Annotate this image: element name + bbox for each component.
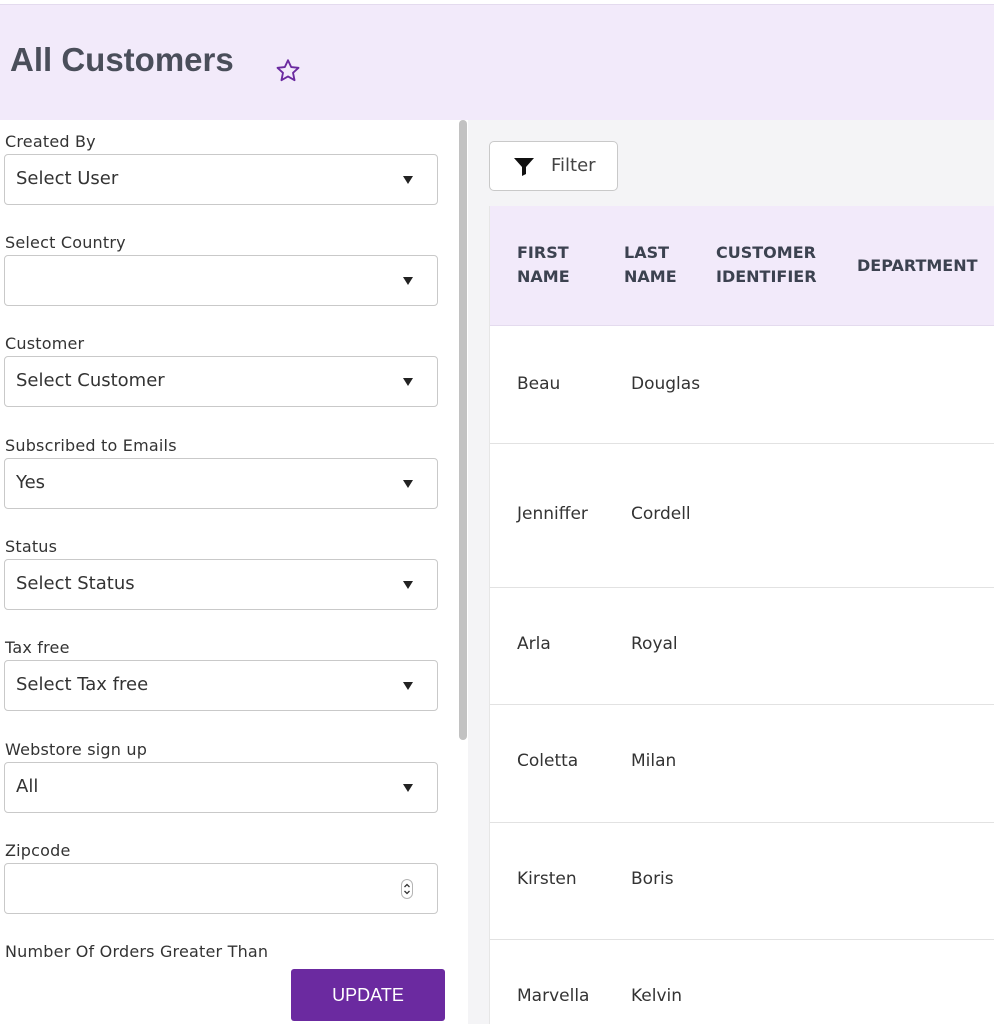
chevron-down-icon bbox=[403, 176, 413, 184]
chevron-down-icon bbox=[403, 277, 413, 285]
star-outline-icon[interactable] bbox=[274, 57, 302, 85]
page-header: All Customers bbox=[0, 4, 994, 120]
table-row[interactable]: Arla Royal bbox=[490, 588, 994, 705]
created-by-select[interactable]: Select User bbox=[4, 154, 438, 205]
table-row[interactable]: Marvella Kelvin bbox=[490, 940, 994, 1024]
last-name-cell: Cordell bbox=[631, 504, 691, 524]
zipcode-label: Zipcode bbox=[5, 841, 71, 860]
chevron-down-icon bbox=[403, 784, 413, 792]
customer-label: Customer bbox=[5, 334, 85, 353]
created-by-label: Created By bbox=[5, 132, 96, 151]
tax-free-value: Select Tax free bbox=[16, 674, 149, 695]
filter-panel: Created By Select User Select Country Cu… bbox=[0, 120, 458, 1024]
webstore-select[interactable]: All bbox=[4, 762, 438, 813]
column-header-text: IDENTIFIER bbox=[716, 267, 817, 286]
column-header-customer-identifier[interactable]: CUSTOMER IDENTIFIER bbox=[716, 241, 817, 289]
column-header-department[interactable]: DEPARTMENT bbox=[857, 254, 978, 278]
first-name-cell: Arla bbox=[517, 634, 551, 654]
status-value: Select Status bbox=[16, 573, 135, 594]
status-label: Status bbox=[5, 537, 58, 556]
table-row[interactable]: Jenniffer Cordell bbox=[490, 444, 994, 588]
last-name-cell: Douglas bbox=[631, 374, 701, 394]
filter-button[interactable]: Filter bbox=[489, 141, 618, 191]
zipcode-input[interactable] bbox=[4, 863, 438, 914]
last-name-cell: Kelvin bbox=[631, 986, 683, 1006]
column-header-text: CUSTOMER bbox=[716, 243, 816, 262]
table-row[interactable]: Kirsten Boris bbox=[490, 823, 994, 940]
first-name-cell: Coletta bbox=[517, 751, 579, 771]
scrollbar-thumb[interactable] bbox=[459, 120, 467, 740]
country-label: Select Country bbox=[5, 233, 126, 252]
first-name-cell: Kirsten bbox=[517, 869, 577, 889]
page-title: All Customers bbox=[10, 41, 234, 78]
stepper-arrows-icon[interactable] bbox=[401, 879, 413, 899]
last-name-cell: Milan bbox=[631, 751, 677, 771]
customers-table: FIRST NAME LAST NAME CUSTOMER IDENTIFIER… bbox=[489, 206, 994, 1024]
chevron-down-icon bbox=[403, 378, 413, 386]
chevron-down-icon bbox=[403, 480, 413, 488]
subscribed-select[interactable]: Yes bbox=[4, 458, 438, 509]
subscribed-label: Subscribed to Emails bbox=[5, 436, 177, 455]
page: All Customers Created By Select User Sel… bbox=[0, 0, 994, 1024]
column-header-first-name[interactable]: FIRST NAME bbox=[517, 241, 570, 289]
customer-value: Select Customer bbox=[16, 370, 165, 391]
tax-free-select[interactable]: Select Tax free bbox=[4, 660, 438, 711]
column-header-text: NAME bbox=[624, 267, 677, 286]
column-header-last-name[interactable]: LAST NAME bbox=[624, 241, 677, 289]
chevron-down-icon bbox=[403, 581, 413, 589]
created-by-value: Select User bbox=[16, 168, 119, 189]
first-name-cell: Jenniffer bbox=[517, 504, 588, 524]
table-row[interactable]: Coletta Milan bbox=[490, 705, 994, 823]
last-name-cell: Royal bbox=[631, 634, 678, 654]
funnel-icon bbox=[514, 158, 534, 176]
customers-main: Filter FIRST NAME LAST NAME CUSTOMER IDE… bbox=[468, 120, 994, 1024]
first-name-cell: Marvella bbox=[517, 986, 590, 1006]
update-button[interactable]: UPDATE bbox=[291, 969, 445, 1021]
table-row[interactable]: Beau Douglas bbox=[490, 326, 994, 444]
column-header-text: FIRST bbox=[517, 243, 569, 262]
status-select[interactable]: Select Status bbox=[4, 559, 438, 610]
filter-panel-scrollbar[interactable] bbox=[458, 120, 468, 740]
country-select[interactable] bbox=[4, 255, 438, 306]
filter-button-label: Filter bbox=[551, 155, 596, 176]
webstore-label: Webstore sign up bbox=[5, 740, 148, 759]
customer-select[interactable]: Select Customer bbox=[4, 356, 438, 407]
table-header: FIRST NAME LAST NAME CUSTOMER IDENTIFIER… bbox=[490, 206, 994, 326]
last-name-cell: Boris bbox=[631, 869, 674, 889]
subscribed-value: Yes bbox=[16, 472, 46, 493]
chevron-down-icon bbox=[403, 682, 413, 690]
tax-free-label: Tax free bbox=[5, 638, 70, 657]
column-header-text: LAST bbox=[624, 243, 670, 262]
webstore-value: All bbox=[16, 776, 39, 797]
first-name-cell: Beau bbox=[517, 374, 561, 394]
column-header-text: DEPARTMENT bbox=[857, 256, 978, 275]
column-header-text: NAME bbox=[517, 267, 570, 286]
orders-greater-than-label: Number Of Orders Greater Than bbox=[5, 942, 269, 961]
